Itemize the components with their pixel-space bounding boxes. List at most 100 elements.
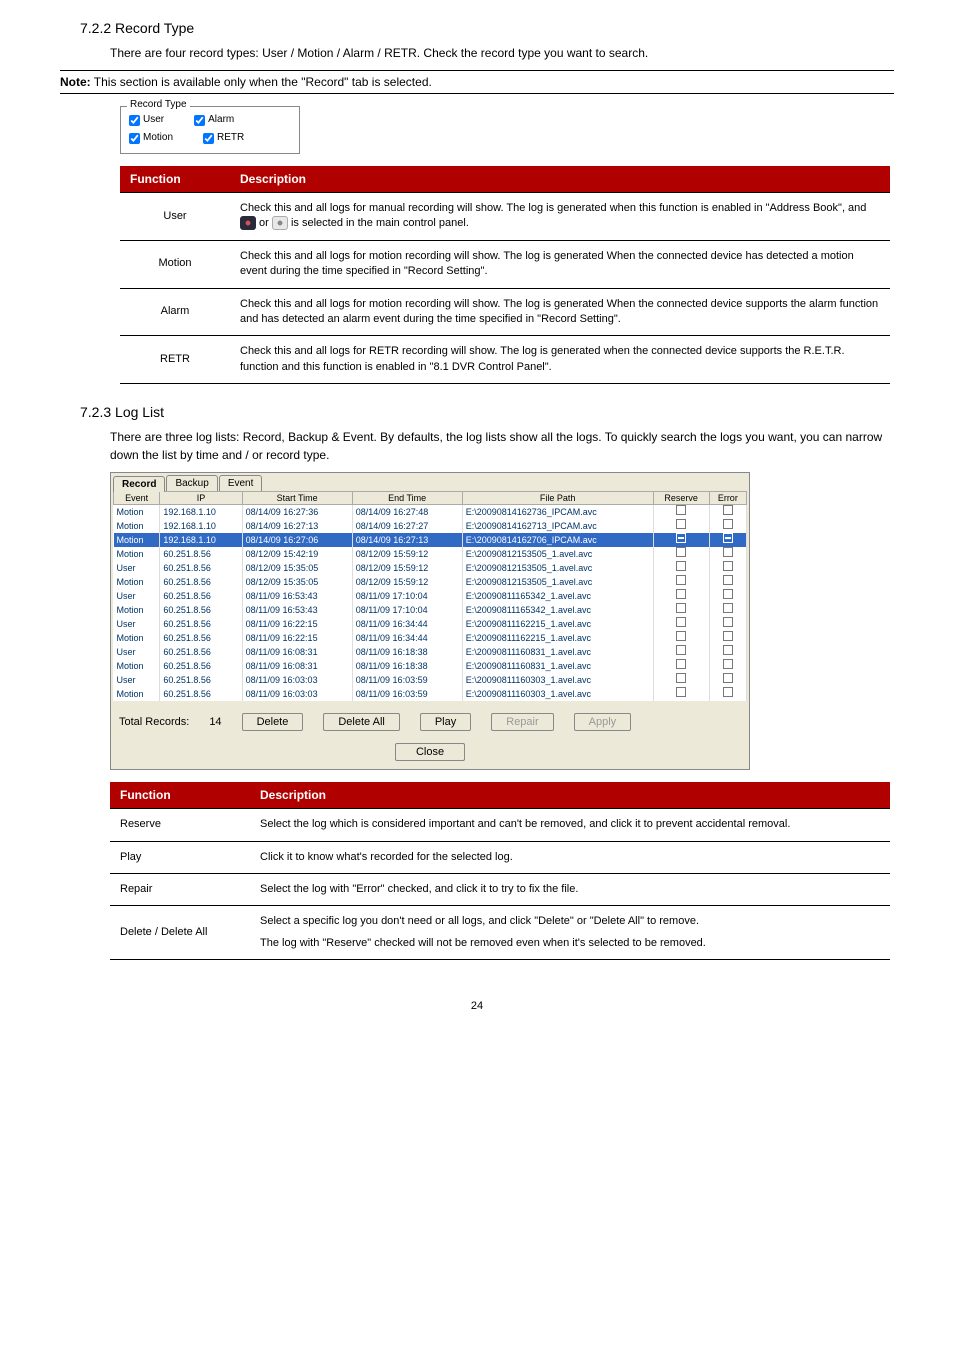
checkbox-motion[interactable]: Motion	[129, 129, 173, 147]
checkbox-user[interactable]: User	[129, 111, 164, 129]
t2-desc-reserve: Select the log which is considered impor…	[250, 809, 890, 841]
log-cell-event: User	[114, 589, 160, 603]
log-cell-error[interactable]	[709, 603, 746, 617]
log-cell-reserve[interactable]	[653, 505, 709, 520]
log-cell-reserve[interactable]	[653, 659, 709, 673]
log-cell-ip: 60.251.8.56	[160, 687, 242, 701]
t1-fn-motion: Motion	[120, 240, 230, 288]
lh-event[interactable]: Event	[114, 492, 160, 505]
close-button[interactable]: Close	[395, 743, 465, 761]
checkbox-alarm-input[interactable]	[194, 115, 205, 126]
log-cell-reserve[interactable]	[653, 561, 709, 575]
log-cell-error[interactable]	[709, 505, 746, 520]
log-cell-error[interactable]	[709, 519, 746, 533]
log-cell-path: E:\20090811160303_1.avel.avc	[462, 673, 653, 687]
log-cell-ip: 60.251.8.56	[160, 575, 242, 589]
checkbox-user-input[interactable]	[129, 115, 140, 126]
log-cell-ip: 60.251.8.56	[160, 673, 242, 687]
t2-header-desc: Description	[250, 782, 890, 809]
log-cell-path: E:\20090814162713_IPCAM.avc	[462, 519, 653, 533]
checkbox-retr-input[interactable]	[203, 133, 214, 144]
log-cell-reserve[interactable]	[653, 617, 709, 631]
log-cell-ip: 60.251.8.56	[160, 547, 242, 561]
log-row[interactable]: User60.251.8.5608/11/09 16:08:3108/11/09…	[114, 645, 747, 659]
note-text: This section is available only when the …	[94, 75, 432, 89]
log-cell-reserve[interactable]	[653, 547, 709, 561]
log-cell-end: 08/11/09 16:18:38	[352, 645, 462, 659]
log-cell-reserve[interactable]	[653, 519, 709, 533]
table-row: Reserve Select the log which is consider…	[110, 809, 890, 841]
log-cell-error[interactable]	[709, 617, 746, 631]
tab-backup[interactable]: Backup	[166, 475, 217, 491]
lh-ip[interactable]: IP	[160, 492, 242, 505]
tab-record[interactable]: Record	[113, 476, 165, 492]
repair-button[interactable]: Repair	[491, 713, 553, 731]
delete-button[interactable]: Delete	[242, 713, 304, 731]
log-row[interactable]: Motion60.251.8.5608/12/09 15:35:0508/12/…	[114, 575, 747, 589]
lh-path[interactable]: File Path	[462, 492, 653, 505]
log-row[interactable]: User60.251.8.5608/12/09 15:35:0508/12/09…	[114, 561, 747, 575]
log-row[interactable]: User60.251.8.5608/11/09 16:03:0308/11/09…	[114, 673, 747, 687]
tab-event[interactable]: Event	[219, 475, 263, 491]
log-cell-reserve[interactable]	[653, 603, 709, 617]
log-row[interactable]: Motion60.251.8.5608/11/09 16:22:1508/11/…	[114, 631, 747, 645]
log-row[interactable]: Motion192.168.1.1008/14/09 16:27:1308/14…	[114, 519, 747, 533]
t2-fn-delete: Delete / Delete All	[110, 906, 250, 960]
lh-end[interactable]: End Time	[352, 492, 462, 505]
log-cell-path: E:\20090811162215_1.avel.avc	[462, 617, 653, 631]
section-722-intro: There are four record types: User / Moti…	[110, 44, 894, 62]
log-cell-reserve[interactable]	[653, 673, 709, 687]
t1-desc-user: Check this and all logs for manual recor…	[230, 193, 890, 241]
log-cell-error[interactable]	[709, 589, 746, 603]
lh-reserve[interactable]: Reserve	[653, 492, 709, 505]
log-cell-error[interactable]	[709, 575, 746, 589]
log-cell-reserve[interactable]	[653, 575, 709, 589]
checkbox-alarm[interactable]: Alarm	[194, 111, 234, 129]
log-row[interactable]: Motion60.251.8.5608/11/09 16:08:3108/11/…	[114, 659, 747, 673]
log-row[interactable]: Motion60.251.8.5608/11/09 16:53:4308/11/…	[114, 603, 747, 617]
log-table: Event IP Start Time End Time File Path R…	[113, 491, 747, 701]
section-722-title: 7.2.2 Record Type	[80, 20, 894, 36]
lh-error[interactable]: Error	[709, 492, 746, 505]
log-row[interactable]: Motion60.251.8.5608/11/09 16:03:0308/11/…	[114, 687, 747, 701]
log-cell-reserve[interactable]	[653, 589, 709, 603]
log-cell-reserve[interactable]	[653, 687, 709, 701]
t1-fn-user: User	[120, 193, 230, 241]
t2-desc-delete: Select a specific log you don't need or …	[250, 906, 890, 960]
log-cell-start: 08/11/09 16:03:03	[242, 673, 352, 687]
log-row[interactable]: Motion60.251.8.5608/12/09 15:42:1908/12/…	[114, 547, 747, 561]
log-row[interactable]: Motion192.168.1.1008/14/09 16:27:0608/14…	[114, 533, 747, 547]
log-cell-path: E:\20090812153505_1.avel.avc	[462, 561, 653, 575]
log-cell-reserve[interactable]	[653, 533, 709, 547]
total-records-label: Total Records:	[119, 716, 189, 728]
log-cell-event: User	[114, 561, 160, 575]
log-cell-error[interactable]	[709, 631, 746, 645]
log-cell-start: 08/11/09 16:53:43	[242, 603, 352, 617]
log-row[interactable]: User60.251.8.5608/11/09 16:22:1508/11/09…	[114, 617, 747, 631]
log-cell-error[interactable]	[709, 673, 746, 687]
lh-start[interactable]: Start Time	[242, 492, 352, 505]
log-cell-error[interactable]	[709, 547, 746, 561]
log-cell-reserve[interactable]	[653, 631, 709, 645]
log-cell-path: E:\20090811160303_1.avel.avc	[462, 687, 653, 701]
t1-header-desc: Description	[230, 166, 890, 193]
log-cell-reserve[interactable]	[653, 645, 709, 659]
checkbox-retr[interactable]: RETR	[203, 129, 244, 147]
log-cell-error[interactable]	[709, 687, 746, 701]
log-cell-error[interactable]	[709, 659, 746, 673]
log-cell-path: E:\20090811162215_1.avel.avc	[462, 631, 653, 645]
checkbox-motion-input[interactable]	[129, 133, 140, 144]
table-row: Motion Check this and all logs for motio…	[120, 240, 890, 288]
log-cell-error[interactable]	[709, 645, 746, 659]
log-cell-error[interactable]	[709, 533, 746, 547]
log-cell-error[interactable]	[709, 561, 746, 575]
log-cell-end: 08/14/09 16:27:27	[352, 519, 462, 533]
play-button[interactable]: Play	[420, 713, 471, 731]
delete-all-button[interactable]: Delete All	[323, 713, 399, 731]
apply-button[interactable]: Apply	[574, 713, 632, 731]
log-cell-event: User	[114, 673, 160, 687]
log-cell-path: E:\20090812153505_1.avel.avc	[462, 575, 653, 589]
log-cell-start: 08/11/09 16:03:03	[242, 687, 352, 701]
log-row[interactable]: User60.251.8.5608/11/09 16:53:4308/11/09…	[114, 589, 747, 603]
log-row[interactable]: Motion192.168.1.1008/14/09 16:27:3608/14…	[114, 505, 747, 520]
